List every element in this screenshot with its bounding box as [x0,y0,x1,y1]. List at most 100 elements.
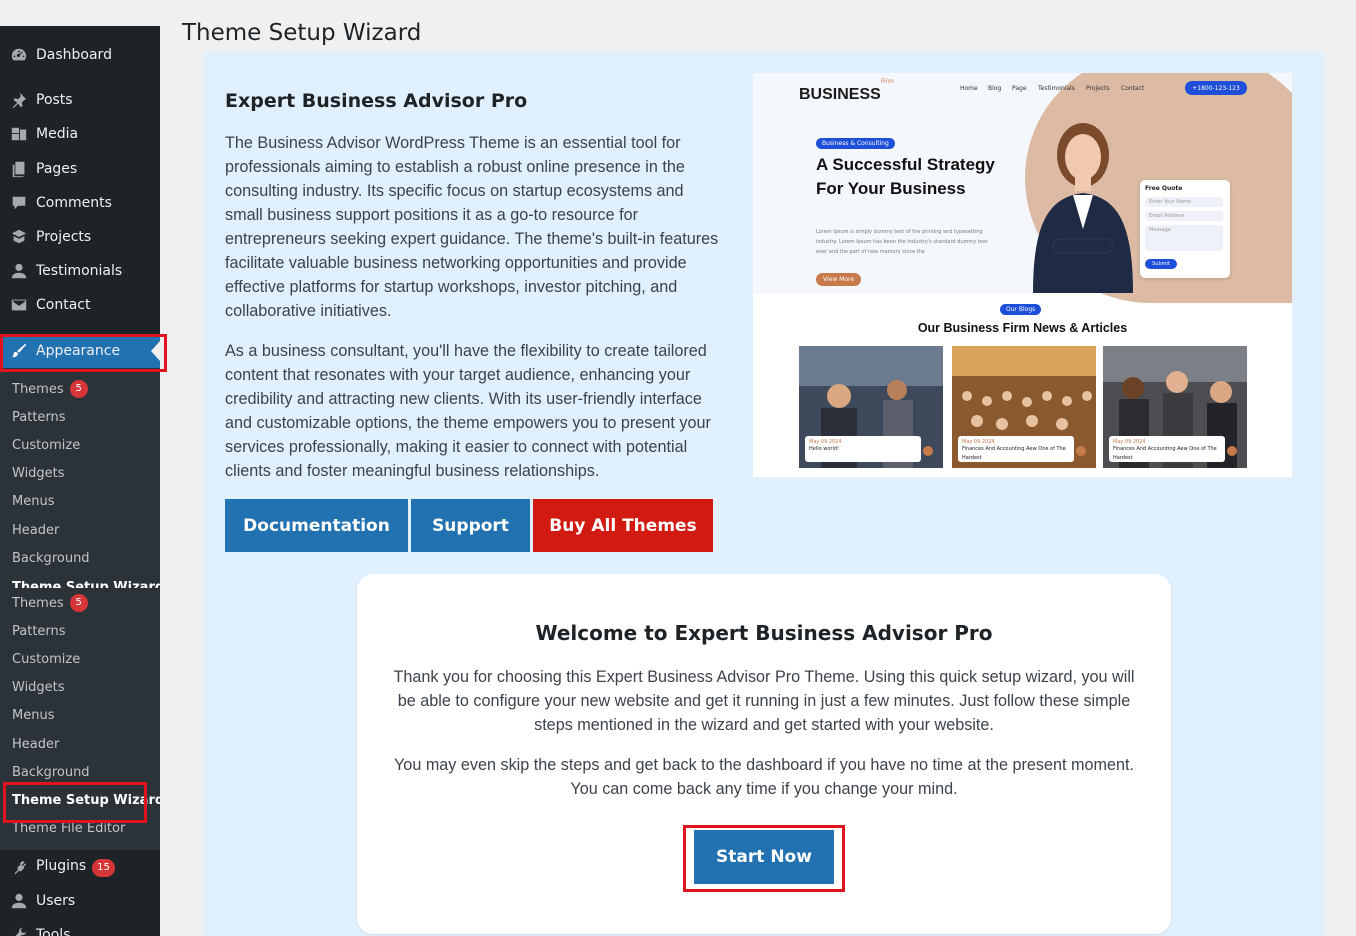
preview-hero-title: A Successful Strategy For Your Business [816,155,995,198]
preview-tag: Business & Consulting [816,138,895,149]
menu-tools[interactable]: Tools [0,918,160,936]
submenu-patterns[interactable]: Patterns [12,407,66,427]
preview-blog-title: Our Business Firm News & Articles [917,321,1128,335]
preview-nav-item: Testimonials [1038,85,1075,92]
arrow-icon [923,446,933,456]
menu-label: Dashboard [36,47,112,63]
submenu-label: Menus [12,707,55,723]
menu-users[interactable]: Users [0,884,160,918]
menu-plugins[interactable]: Plugins 15 [0,850,160,884]
update-badge: 15 [92,858,115,877]
menu-contact[interactable]: Contact [0,288,160,322]
menu-comments[interactable]: Comments [0,186,160,220]
product-title: Expert Business Advisor Pro [225,90,528,112]
pages-icon [9,159,29,179]
submenu-customize[interactable]: Customize [12,649,80,669]
preview-nav-item: Projects [1086,85,1110,92]
submenu-label: Menus [12,493,55,509]
submenu-header[interactable]: Header [12,734,59,754]
card-title: Finances And Accounting Aew One of The H… [1113,446,1217,461]
preview-phone: +1800-123-123 [1185,81,1247,95]
submenu-label: Widgets [12,679,65,695]
menu-projects[interactable]: Projects [0,220,160,254]
submenu-menus[interactable]: Menus [12,491,54,511]
preview-nav-item: Home [960,85,978,92]
arrow-icon [1076,446,1086,456]
submenu-label: Customize [12,651,81,667]
menu-label: Posts [36,92,73,108]
submenu-label: Theme Setup Wizard [12,579,160,589]
menu-label: Projects [36,229,92,245]
menu-dashboard[interactable]: Dashboard [0,38,160,72]
media-icon [9,124,29,144]
businesswoman-image [1033,123,1133,293]
preview-blog-card: May 09 2024 Finances And Accounting Aew … [952,346,1096,468]
preview-quote-form: Free Quote Enter Your Name Email Address… [1140,180,1230,278]
card-title: Finances And Accounting Aew One of The H… [962,446,1066,461]
submenu-widgets[interactable]: Widgets [12,677,65,697]
update-badge: 5 [69,594,88,612]
submenu-themes[interactable]: Themes 5 [12,593,88,613]
portfolio-icon [9,227,29,247]
submenu-theme-setup-wizard-clipped[interactable]: Theme Setup Wizard [12,574,160,589]
submenu-menus[interactable]: Menus [12,705,54,725]
card-caption: May 09 2024 Finances And Accounting Aew … [958,436,1074,462]
plugins-label: Plugins [36,857,87,874]
intro-paragraph: The Business Advisor WordPress Theme is … [225,134,719,320]
menu-testimonials[interactable]: Testimonials [0,254,160,288]
quote-title: Free Quote [1145,185,1183,192]
update-badge: 5 [69,380,88,398]
submenu-label: Customize [12,437,81,453]
menu-pages[interactable]: Pages [0,152,160,186]
mail-icon [9,295,29,315]
submenu-themes[interactable]: Themes 5 [12,379,88,399]
plugin-icon [9,857,29,877]
preview-blog-card: May 09 2024 Hello world! [799,346,943,468]
start-button-highlight [683,825,845,892]
dashboard-icon [9,45,29,65]
submenu-customize[interactable]: Customize [12,435,80,455]
wizard-highlight [3,782,147,823]
menu-label: Users [36,893,76,909]
theme-preview-image: Firm BUSINESS Home Blog Page Testimonial… [753,73,1292,477]
comment-icon [9,193,29,213]
submenu-patterns[interactable]: Patterns [12,621,66,641]
preview-view-more: View More [816,273,862,286]
card-caption: May 09 2024 Finances And Accounting Aew … [1109,436,1225,462]
welcome-title: Welcome to Expert Business Advisor Pro [535,621,993,645]
tools-icon [9,925,29,936]
intro-paragraph: As a business consultant, you'll have th… [225,342,711,480]
preview-nav-item: Contact [1121,85,1145,92]
submenu-background[interactable]: Background [12,762,90,782]
card-title: Hello world! [809,446,840,452]
quote-submit: Submit [1145,259,1177,269]
arrow-icon [1227,446,1237,456]
submenu-widgets[interactable]: Widgets [12,463,65,483]
menu-media[interactable]: Media [0,117,160,151]
menu-label: Comments [36,195,112,211]
preview-hero-text: Lorem Ipsum is simply dummy text of the … [816,229,988,255]
buy-all-themes-button[interactable]: Buy All Themes [533,499,713,552]
preview-nav-item: Page [1012,85,1027,92]
welcome-text: Thank you for choosing this Expert Busin… [393,668,1135,734]
menu-label: Tools [36,927,71,936]
preview-logo-sub: Firm [881,78,894,85]
users-icon [9,891,29,911]
submenu-label: Themes [12,595,64,611]
menu-label: Media [36,126,79,142]
submenu-header[interactable]: Header [12,520,59,540]
submenu-label: Header [12,522,60,538]
support-button[interactable]: Support [411,499,530,552]
quote-email-field: Email Address [1145,211,1223,221]
documentation-button[interactable]: Documentation [225,499,408,552]
card-caption: May 09 2024 Hello world! [805,436,921,462]
quote-message-field: Message [1145,225,1223,251]
menu-label: Pages [36,161,78,177]
menu-posts[interactable]: Posts [0,83,160,117]
preview-blog-tag: Our Blogs [1000,304,1042,315]
submenu-background[interactable]: Background [12,548,90,568]
preview-blog-card: May 09 2024 Finances And Accounting Aew … [1103,346,1247,468]
appearance-highlight [0,334,167,372]
submenu-label: Themes [12,381,64,397]
preview-nav-item: Blog [988,85,1002,92]
